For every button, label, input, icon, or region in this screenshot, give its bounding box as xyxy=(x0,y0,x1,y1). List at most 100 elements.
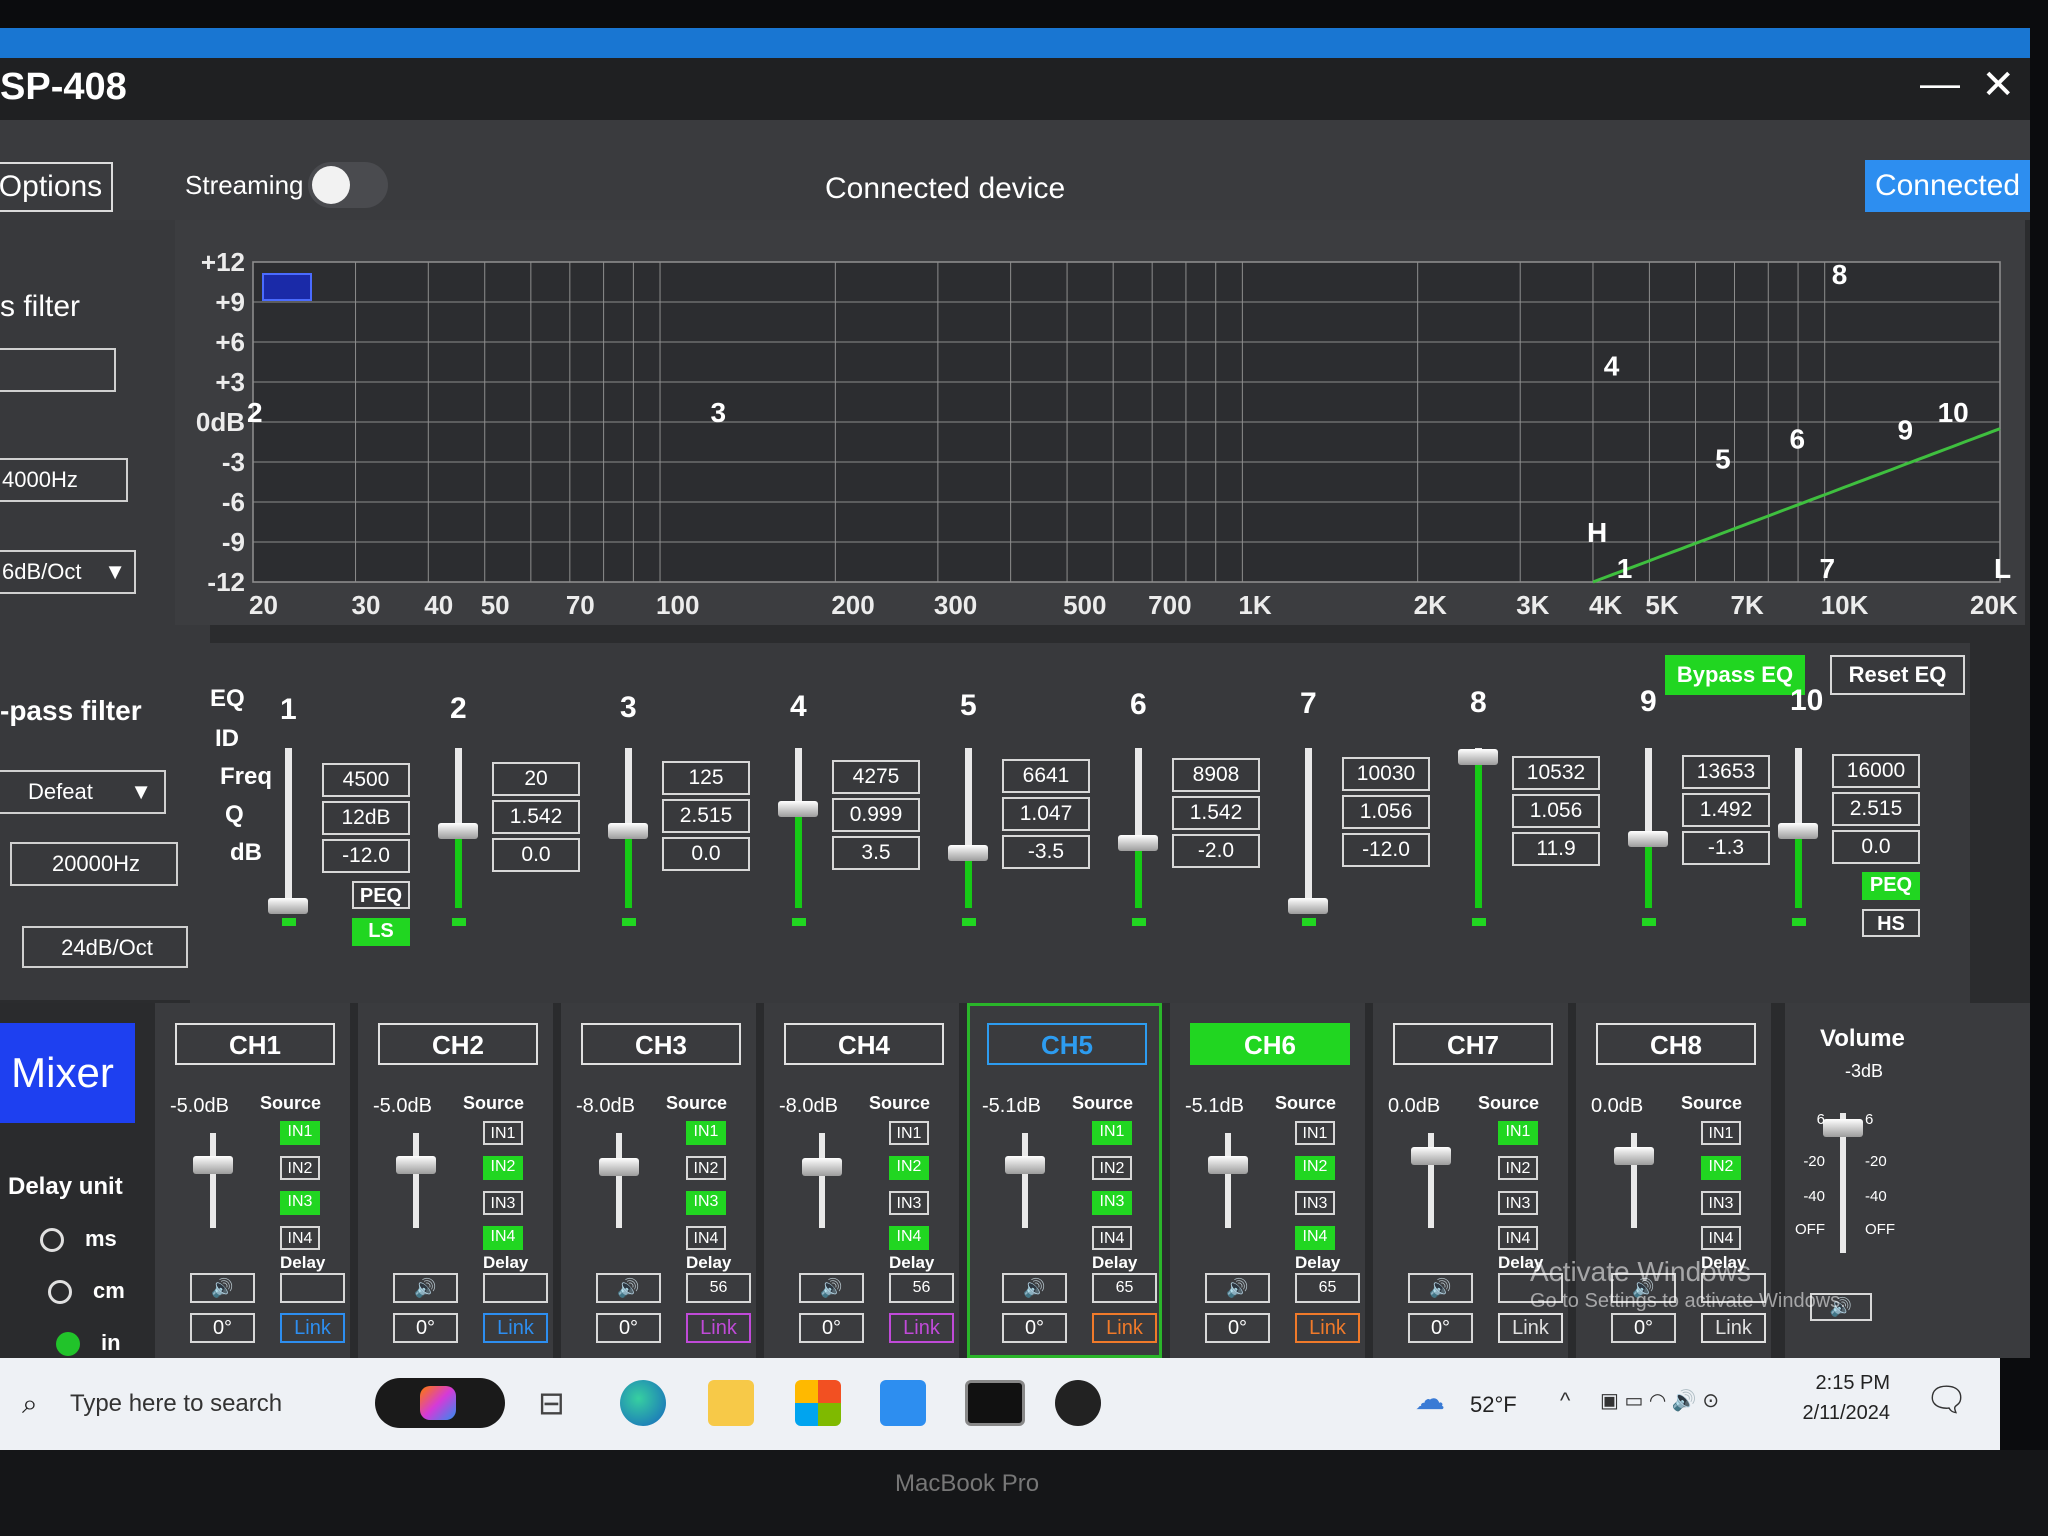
source-toggle-in2[interactable]: IN2 xyxy=(483,1156,523,1180)
channel-name-button[interactable]: CH2 xyxy=(378,1023,538,1065)
delay-input[interactable] xyxy=(280,1273,345,1303)
source-toggle-in4[interactable]: IN4 xyxy=(1092,1226,1132,1250)
channel-fader-knob[interactable] xyxy=(599,1158,639,1177)
channel-fader-knob[interactable] xyxy=(1005,1155,1045,1174)
source-toggle-in2[interactable]: IN2 xyxy=(1498,1156,1538,1180)
phase-button[interactable]: 0° xyxy=(1205,1313,1270,1343)
source-toggle-in2[interactable]: IN2 xyxy=(1092,1156,1132,1180)
eq-band-slider-knob[interactable] xyxy=(1778,823,1818,839)
link-button[interactable]: Link xyxy=(1092,1313,1157,1343)
channel-name-button[interactable]: CH5 xyxy=(987,1023,1147,1065)
delay-input[interactable] xyxy=(483,1273,548,1303)
eq-band-freq-field[interactable]: 4275 xyxy=(832,760,920,794)
eq-band-freq-field[interactable]: 13653 xyxy=(1682,755,1770,789)
eq-band-slider-knob[interactable] xyxy=(438,823,478,839)
channel-name-button[interactable]: CH7 xyxy=(1393,1023,1553,1065)
channel-name-button[interactable]: CH6 xyxy=(1190,1023,1350,1065)
eq-band-slider-knob[interactable] xyxy=(948,844,988,861)
eq-band-freq-field[interactable]: 10030 xyxy=(1342,757,1430,791)
source-toggle-in4[interactable]: IN4 xyxy=(1701,1226,1741,1250)
lp-slope-field[interactable]: 24dB/Oct xyxy=(22,926,188,968)
source-toggle-in2[interactable]: IN2 xyxy=(1701,1156,1741,1180)
mute-button[interactable]: 🔊 xyxy=(1002,1273,1067,1303)
eq-band-type-top[interactable]: PEQ xyxy=(352,881,410,909)
reset-eq-button[interactable]: Reset EQ xyxy=(1830,655,1965,695)
hp-empty-field[interactable] xyxy=(0,348,116,392)
eq-band-slider-knob[interactable] xyxy=(778,801,818,818)
eq-band-q-field[interactable]: 1.492 xyxy=(1682,793,1770,827)
mute-button[interactable]: 🔊 xyxy=(1408,1273,1473,1303)
eq-band-db-field[interactable]: -12.0 xyxy=(322,839,410,873)
eq-band-type-bottom[interactable]: LS xyxy=(352,918,410,946)
source-toggle-in1[interactable]: IN1 xyxy=(1295,1121,1335,1145)
link-button[interactable]: Link xyxy=(686,1313,751,1343)
minimize-button[interactable]: — xyxy=(1920,62,1960,107)
eq-band-freq-field[interactable]: 4500 xyxy=(322,763,410,797)
source-toggle-in3[interactable]: IN3 xyxy=(1092,1191,1132,1215)
mute-button[interactable]: 🔊 xyxy=(596,1273,661,1303)
eq-band-slider-knob[interactable] xyxy=(608,823,648,839)
connected-button[interactable]: Connected xyxy=(1865,160,2030,212)
channel-fader-knob[interactable] xyxy=(1614,1146,1654,1165)
eq-band-q-field[interactable]: 1.056 xyxy=(1342,795,1430,829)
phase-button[interactable]: 0° xyxy=(190,1313,255,1343)
mute-button[interactable]: 🔊 xyxy=(799,1273,864,1303)
channel-fader-knob[interactable] xyxy=(1411,1146,1451,1165)
delay-input[interactable]: 56 xyxy=(889,1273,954,1303)
delay-unit-radio-cm[interactable] xyxy=(48,1280,72,1304)
eq-band-slider-knob[interactable] xyxy=(1628,831,1668,848)
tray-icons[interactable]: ▣ ▭ ◠ 🔊 ⊙ xyxy=(1600,1388,1719,1413)
source-toggle-in3[interactable]: IN3 xyxy=(1701,1191,1741,1215)
source-toggle-in4[interactable]: IN4 xyxy=(889,1226,929,1250)
source-toggle-in1[interactable]: IN1 xyxy=(280,1121,320,1145)
eq-band-freq-field[interactable]: 8908 xyxy=(1172,758,1260,792)
channel-fader-knob[interactable] xyxy=(802,1158,842,1177)
mute-button[interactable]: 🔊 xyxy=(393,1273,458,1303)
eq-band-q-field[interactable]: 0.999 xyxy=(832,798,920,832)
phase-button[interactable]: 0° xyxy=(1002,1313,1067,1343)
eq-band-freq-field[interactable]: 10532 xyxy=(1512,756,1600,790)
volume-knob[interactable] xyxy=(1823,1119,1863,1138)
lp-type-select[interactable]: Defeat ▼ xyxy=(0,770,166,814)
source-toggle-in2[interactable]: IN2 xyxy=(280,1156,320,1180)
delay-input[interactable]: 56 xyxy=(686,1273,751,1303)
eq-band-db-field[interactable]: -1.3 xyxy=(1682,831,1770,865)
hp-slope-select[interactable]: 6dB/Oct ▼ xyxy=(0,550,136,594)
link-button[interactable]: Link xyxy=(1295,1313,1360,1343)
delay-input[interactable]: 65 xyxy=(1295,1273,1360,1303)
eq-band-freq-field[interactable]: 125 xyxy=(662,761,750,795)
mixer-button[interactable]: Mixer xyxy=(0,1023,135,1123)
eq-band-freq-field[interactable]: 20 xyxy=(492,762,580,796)
eq-band-db-field[interactable]: 11.9 xyxy=(1512,832,1600,866)
source-toggle-in2[interactable]: IN2 xyxy=(686,1156,726,1180)
link-button[interactable]: Link xyxy=(483,1313,548,1343)
source-toggle-in1[interactable]: IN1 xyxy=(1498,1121,1538,1145)
options-button[interactable]: Options xyxy=(0,162,113,212)
source-toggle-in4[interactable]: IN4 xyxy=(483,1226,523,1250)
store-icon[interactable] xyxy=(795,1380,841,1426)
eq-band-db-field[interactable]: 0.0 xyxy=(662,837,750,871)
task-view-icon[interactable]: ⊟ xyxy=(538,1384,565,1422)
eq-band-q-field[interactable]: 12dB xyxy=(322,801,410,835)
file-explorer-icon[interactable] xyxy=(708,1380,754,1426)
eq-band-q-field[interactable]: 1.047 xyxy=(1002,797,1090,831)
source-toggle-in1[interactable]: IN1 xyxy=(1092,1121,1132,1145)
phase-button[interactable]: 0° xyxy=(596,1313,661,1343)
delay-input[interactable]: 65 xyxy=(1092,1273,1157,1303)
link-button[interactable]: Link xyxy=(1498,1313,1563,1343)
delay-unit-radio-ms[interactable] xyxy=(40,1228,64,1252)
eq-band-q-field[interactable]: 2.515 xyxy=(662,799,750,833)
source-toggle-in3[interactable]: IN3 xyxy=(1295,1191,1335,1215)
dsp-app-icon[interactable] xyxy=(965,1380,1025,1426)
close-button[interactable]: ✕ xyxy=(1981,62,2015,108)
eq-band-freq-field[interactable]: 6641 xyxy=(1002,759,1090,793)
taskbar-search-input[interactable]: Type here to search xyxy=(70,1390,282,1418)
source-toggle-in4[interactable]: IN4 xyxy=(280,1226,320,1250)
eq-band-q-field[interactable]: 1.056 xyxy=(1512,794,1600,828)
eq-band-db-field[interactable]: 0.0 xyxy=(1832,830,1920,864)
eq-band-db-field[interactable]: -3.5 xyxy=(1002,835,1090,869)
tray-chevron-up-icon[interactable]: ^ xyxy=(1560,1388,1570,1414)
app-icon[interactable] xyxy=(1055,1380,1101,1426)
channel-name-button[interactable]: CH1 xyxy=(175,1023,335,1065)
phase-button[interactable]: 0° xyxy=(1611,1313,1676,1343)
